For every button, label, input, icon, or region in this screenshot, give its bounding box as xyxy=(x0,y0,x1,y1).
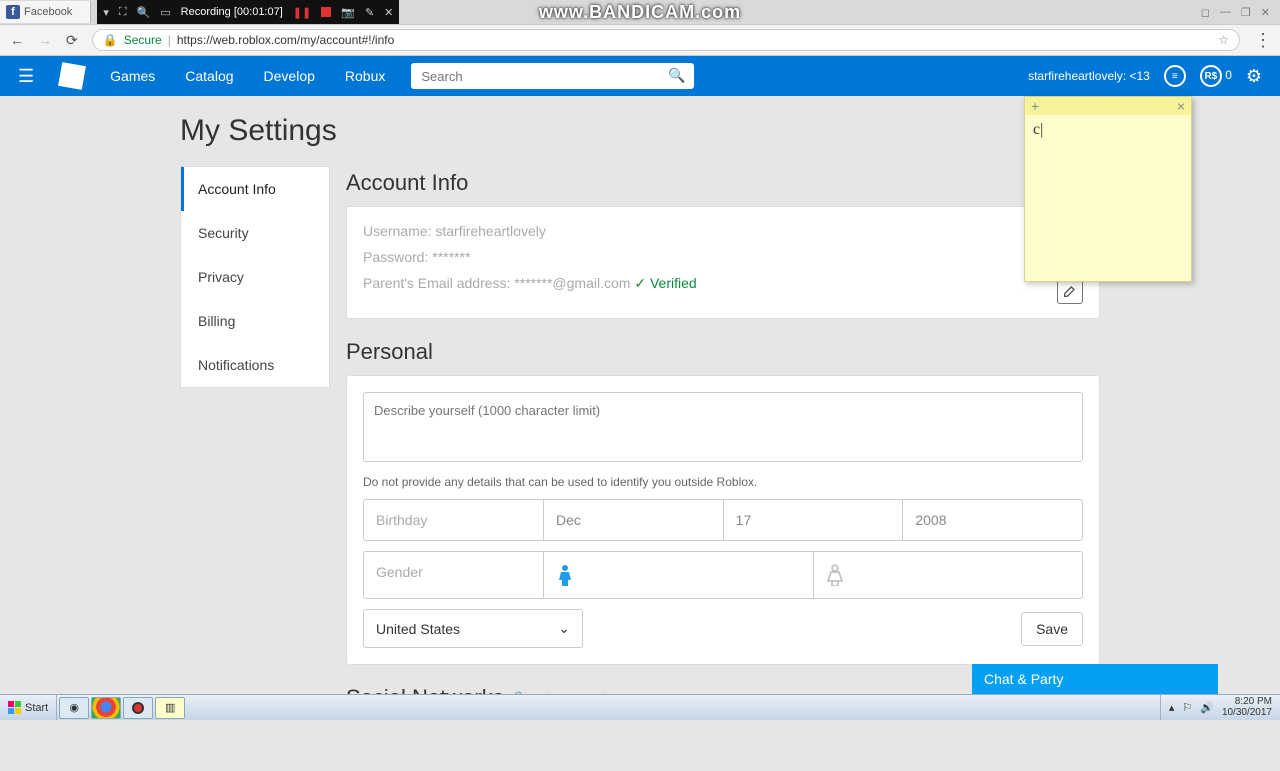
roblox-header: ☰ Games Catalog Develop Robux 🔍 starfire… xyxy=(0,56,1280,96)
email-value: *******@gmail.com xyxy=(514,275,630,291)
country-select[interactable]: United States ⌄ xyxy=(363,609,583,648)
taskbar-chrome-icon[interactable] xyxy=(91,697,121,719)
windows-taskbar: Start ◉ ▥ ▴ ⚐ 🔊 8:20 PM 10/30/2017 xyxy=(0,694,1280,720)
recorder-stop-icon[interactable] xyxy=(321,7,331,17)
sticky-add-icon[interactable]: + xyxy=(1031,98,1039,114)
recorder-status-text: Recording [00:01:07] xyxy=(181,6,283,18)
birthday-label: Birthday xyxy=(364,500,544,540)
gender-male-button[interactable] xyxy=(544,552,814,598)
nav-develop[interactable]: Develop xyxy=(264,68,315,84)
nav-catalog[interactable]: Catalog xyxy=(185,68,233,84)
windows-logo-icon xyxy=(8,701,21,714)
system-clock[interactable]: 8:20 PM 10/30/2017 xyxy=(1222,697,1272,718)
browser-forward-icon[interactable]: → xyxy=(38,32,52,48)
secure-label: Secure xyxy=(124,33,162,47)
taskbar-recorder-icon[interactable] xyxy=(123,697,153,719)
settings-side-nav: Account Info Security Privacy Billing No… xyxy=(180,166,330,388)
recorder-camera-icon[interactable]: 📷 xyxy=(341,6,355,19)
taskbar-app-1[interactable]: ◉ xyxy=(59,697,89,719)
chevron-down-icon: ⌄ xyxy=(558,620,570,637)
sticky-note[interactable]: + × c xyxy=(1024,96,1192,282)
recorder-dropdown-icon[interactable]: ▾ xyxy=(103,6,109,19)
bookmark-star-icon[interactable]: ☆ xyxy=(1218,33,1229,47)
bandicam-recorder-bar: ▾ ⛶ 🔍 ▭ Recording [00:01:07] ❚❚ 📷 ✎ ✕ xyxy=(97,0,399,24)
window-close-icon[interactable]: ✕ xyxy=(1261,6,1270,19)
birthday-day-select[interactable]: 17 xyxy=(724,500,904,540)
window-minimize-icon[interactable]: — xyxy=(1220,6,1231,19)
header-username[interactable]: starfireheartlovely: <13 xyxy=(1028,69,1150,83)
birthday-year-select[interactable]: 2008 xyxy=(903,500,1082,540)
bandicam-watermark: www.BANDICAM.com xyxy=(539,2,741,23)
recorder-search-icon[interactable]: 🔍 xyxy=(137,6,151,19)
describe-hint: Do not provide any details that can be u… xyxy=(363,475,1083,489)
male-icon xyxy=(556,564,574,586)
nav-robux[interactable]: Robux xyxy=(345,68,385,84)
hamburger-menu-icon[interactable]: ☰ xyxy=(18,66,34,87)
account-info-card: Username: starfireheartlovely Password: … xyxy=(346,206,1100,319)
start-button[interactable]: Start xyxy=(0,695,57,720)
robux-balance[interactable]: R$ 0 xyxy=(1200,65,1232,87)
browser-menu-icon[interactable]: ⋮ xyxy=(1254,30,1270,51)
window-maximize-icon[interactable]: ❐ xyxy=(1241,6,1251,19)
pencil-icon xyxy=(1062,283,1078,299)
sidebar-item-privacy[interactable]: Privacy xyxy=(181,255,329,299)
account-info-heading: Account Info xyxy=(346,170,1100,196)
recorder-fullscreen-icon[interactable]: ⛶ xyxy=(119,6,127,19)
browser-tab-strip: f Facebook ▾ ⛶ 🔍 ▭ Recording [00:01:07] … xyxy=(0,0,1280,24)
settings-gear-icon[interactable]: ⚙ xyxy=(1246,66,1262,87)
tray-flag-icon[interactable]: ⚐ xyxy=(1182,701,1192,714)
url-text: https://web.roblox.com/my/account#!/info xyxy=(177,33,394,47)
nav-games[interactable]: Games xyxy=(110,68,155,84)
gender-row: Gender xyxy=(363,551,1083,599)
sidebar-item-notifications[interactable]: Notifications xyxy=(181,343,329,387)
gender-female-button[interactable] xyxy=(814,552,1083,598)
facebook-icon: f xyxy=(6,5,20,19)
sidebar-item-billing[interactable]: Billing xyxy=(181,299,329,343)
browser-back-icon[interactable]: ← xyxy=(10,32,24,48)
gender-label: Gender xyxy=(364,552,544,598)
recorder-close-icon[interactable]: ✕ xyxy=(384,6,393,19)
describe-textarea[interactable] xyxy=(363,392,1083,462)
address-bar[interactable]: 🔒 Secure | https://web.roblox.com/my/acc… xyxy=(92,29,1240,51)
personal-card: Do not provide any details that can be u… xyxy=(346,375,1100,665)
password-value: ******* xyxy=(432,249,470,265)
browser-reload-icon[interactable]: ⟳ xyxy=(66,32,78,49)
recorder-rect-icon[interactable]: ▭ xyxy=(160,6,170,19)
window-user-icon[interactable]: ◻ xyxy=(1201,6,1210,19)
personal-heading: Personal xyxy=(346,339,1100,365)
birthday-month-select[interactable]: Dec xyxy=(544,500,724,540)
birthday-row: Birthday Dec 17 2008 xyxy=(363,499,1083,541)
chat-party-bar[interactable]: Chat & Party xyxy=(972,664,1218,694)
email-label: Parent's Email address: xyxy=(363,275,510,291)
country-value: United States xyxy=(376,621,460,637)
taskbar-sticky-notes-icon[interactable]: ▥ xyxy=(155,697,185,719)
recorder-pencil-icon[interactable]: ✎ xyxy=(365,6,374,19)
roblox-logo-icon[interactable] xyxy=(58,62,86,90)
tray-volume-icon[interactable]: 🔊 xyxy=(1200,701,1214,714)
female-icon xyxy=(826,564,844,586)
sidebar-item-account[interactable]: Account Info xyxy=(181,167,329,211)
tray-expand-icon[interactable]: ▴ xyxy=(1169,701,1175,714)
lock-icon: 🔒 xyxy=(103,33,118,47)
recorder-pause-icon[interactable]: ❚❚ xyxy=(293,6,311,19)
email-verified-badge: Verified xyxy=(634,275,696,291)
browser-toolbar: ← → ⟳ 🔒 Secure | https://web.roblox.com/… xyxy=(0,24,1280,56)
tab-title: Facebook xyxy=(24,6,72,18)
username-label: Username: xyxy=(363,223,431,239)
sticky-close-icon[interactable]: × xyxy=(1177,98,1185,114)
page-title: My Settings xyxy=(180,114,1100,148)
username-value: starfireheartlovely xyxy=(435,223,546,239)
save-button[interactable]: Save xyxy=(1021,612,1083,646)
password-label: Password: xyxy=(363,249,428,265)
sidebar-item-security[interactable]: Security xyxy=(181,211,329,255)
messages-icon[interactable]: ≡ xyxy=(1164,65,1186,87)
sticky-note-text[interactable]: c xyxy=(1025,115,1191,145)
browser-tab-facebook[interactable]: f Facebook xyxy=(0,1,91,23)
search-input[interactable] xyxy=(411,63,693,89)
